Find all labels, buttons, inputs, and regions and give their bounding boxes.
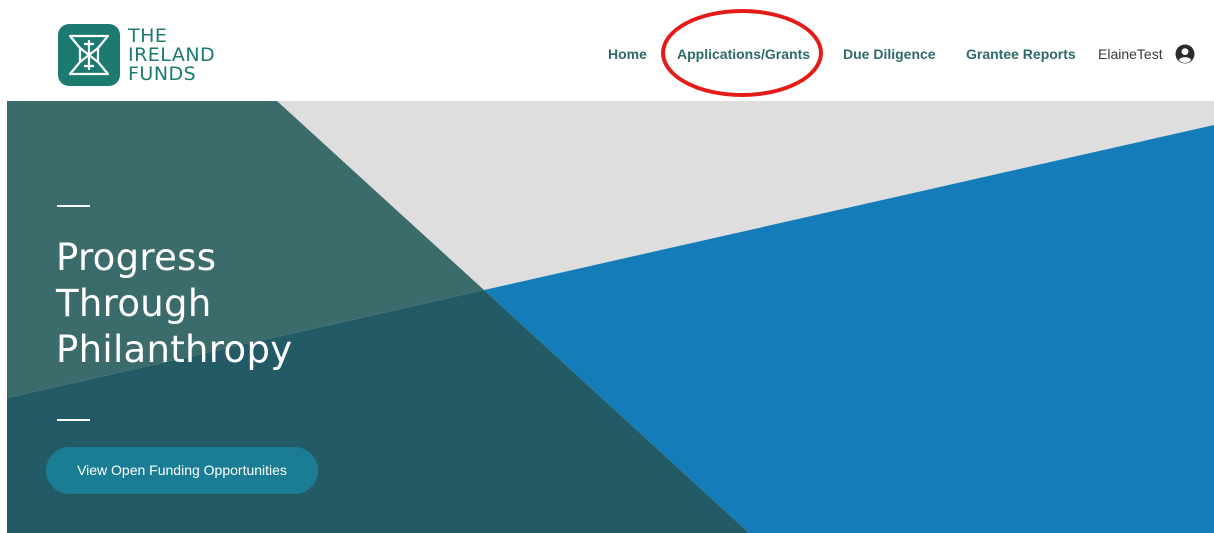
tagline-line-3: Philanthropy <box>56 328 293 371</box>
main-nav: Home Applications/Grants Due Diligence G… <box>0 43 1214 65</box>
hero-tagline: Progress Through Philanthropy <box>56 235 476 373</box>
tagline-line-1: Progress <box>56 236 217 279</box>
nav-applications-grants-link[interactable]: Applications/Grants <box>677 43 810 65</box>
hero-banner: Progress Through Philanthropy View Open … <box>7 101 1214 533</box>
tagline-line-2: Through <box>56 282 212 325</box>
site-header: THE IRELAND FUNDS Home Applications/Gran… <box>0 0 1214 100</box>
nav-grantee-reports-link[interactable]: Grantee Reports <box>966 43 1076 65</box>
view-open-funding-button[interactable]: View Open Funding Opportunities <box>46 447 318 494</box>
user-name[interactable]: ElaineTest <box>1098 43 1163 65</box>
nav-due-diligence-link[interactable]: Due Diligence <box>843 43 936 65</box>
nav-home-link[interactable]: Home <box>608 43 647 65</box>
hero-dash-top <box>57 205 90 207</box>
user-circle-icon[interactable] <box>1175 44 1195 64</box>
logo-line-3: FUNDS <box>128 62 197 85</box>
hero-dash-bottom <box>57 419 90 421</box>
